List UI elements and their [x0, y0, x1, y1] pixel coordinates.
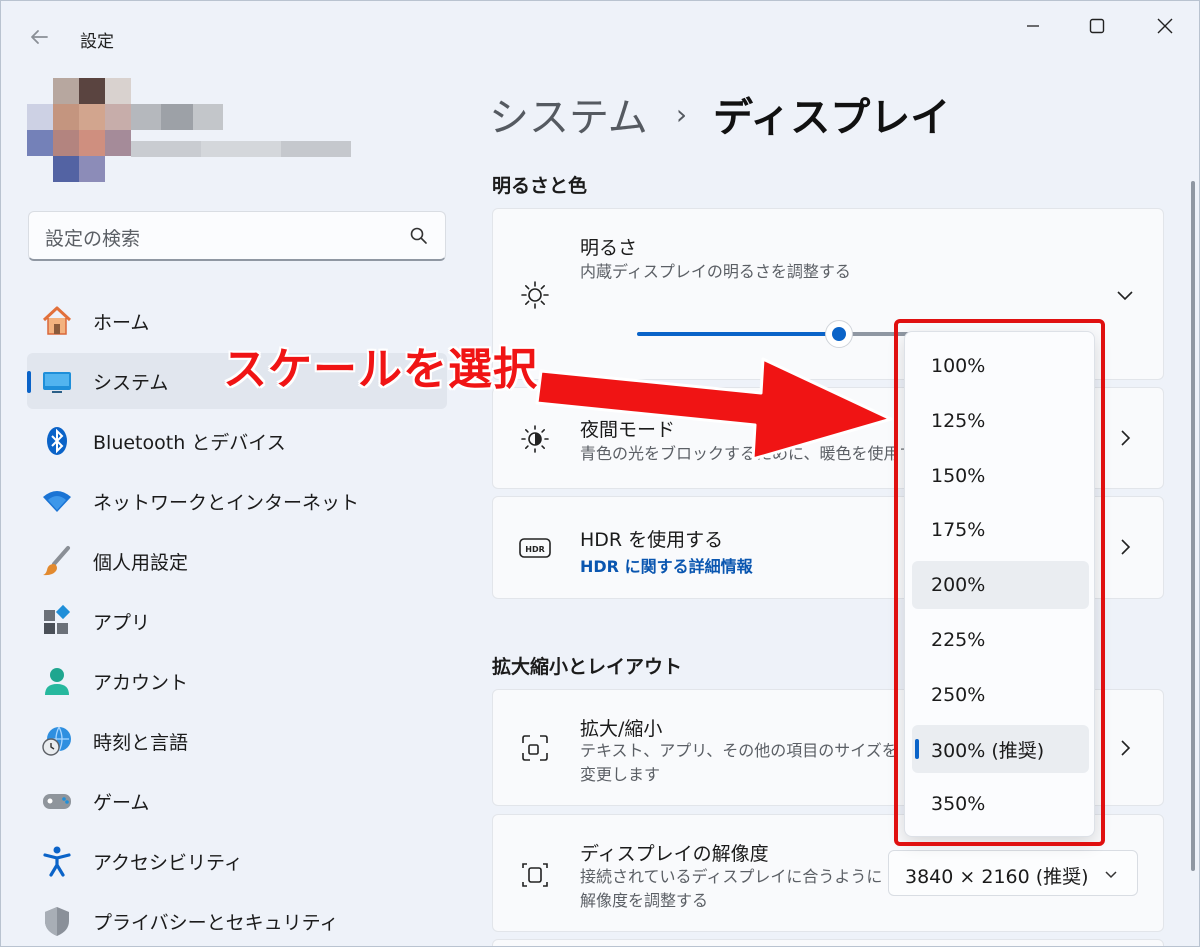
apps-icon: [39, 603, 75, 639]
resolution-subtitle-2: 解像度を調整する: [580, 891, 709, 910]
section-title-scale-layout: 拡大縮小とレイアウト: [492, 656, 683, 678]
resolution-title: ディスプレイの解像度: [580, 843, 769, 865]
scrollbar[interactable]: [1191, 181, 1195, 871]
scale-title: 拡大/縮小: [580, 718, 663, 740]
back-arrow-icon[interactable]: [25, 23, 53, 51]
brush-icon: [39, 543, 75, 579]
section-title-brightness-color: 明るさと色: [492, 175, 588, 197]
sidebar-item-privacy[interactable]: プライバシーとセキュリティ: [27, 893, 447, 946]
sidebar-item-accessibility[interactable]: アクセシビリティ: [27, 833, 447, 889]
home-icon: [39, 303, 75, 339]
minimize-icon: [1027, 25, 1039, 27]
chevron-down-icon[interactable]: [1115, 285, 1135, 305]
resolution-icon: [517, 857, 553, 893]
gamepad-icon: [39, 783, 75, 819]
breadcrumb-parent[interactable]: システム: [489, 85, 648, 143]
sidebar-item-label: アプリ: [93, 611, 151, 634]
sidebar-item-label: アカウント: [93, 671, 189, 694]
sidebar-item-label: 時刻と言語: [93, 731, 189, 754]
sidebar-item-bluetooth[interactable]: Bluetooth とデバイス: [27, 413, 447, 469]
sidebar-item-label: プライバシーとセキュリティ: [93, 911, 339, 934]
svg-text:HDR: HDR: [525, 545, 545, 554]
scale-icon: [517, 730, 553, 766]
chevron-right-icon[interactable]: [1115, 428, 1135, 448]
annotation-arrow-icon: [535, 357, 893, 461]
resolution-subtitle-1: 接続されているディスプレイに合うように: [580, 867, 883, 886]
search-input[interactable]: 設定の検索: [45, 224, 140, 251]
sidebar-item-label: ホーム: [93, 311, 150, 334]
scale-subtitle-1: テキスト、アプリ、その他の項目のサイズを: [580, 741, 898, 760]
scale-subtitle-2: 変更します: [580, 765, 661, 784]
bluetooth-icon: [39, 423, 75, 459]
sidebar-item-label: 個人用設定: [93, 551, 189, 574]
hdr-title: HDR を使用する: [580, 529, 724, 551]
brightness-slider-fill[interactable]: [637, 332, 839, 336]
maximize-icon: [1089, 18, 1105, 34]
close-icon: [1157, 18, 1173, 34]
settings-window: 設定 設定の検索 ホーム システム Bluetooth とデバイス ネットワーク…: [0, 0, 1200, 947]
sidebar-item-personalization[interactable]: 個人用設定: [27, 533, 447, 589]
sidebar-item-accounts[interactable]: アカウント: [27, 653, 447, 709]
chevron-right-icon[interactable]: [1115, 738, 1135, 758]
chevron-right-icon[interactable]: [1115, 537, 1135, 557]
brightness-title: 明るさ: [580, 237, 638, 259]
system-icon: [39, 363, 75, 399]
breadcrumb: システム › ディスプレイ: [489, 85, 950, 143]
minimize-button[interactable]: [1011, 11, 1055, 41]
next-card: [492, 939, 1164, 946]
hdr-learn-more-link[interactable]: HDR に関する詳細情報: [580, 553, 753, 577]
annotation-label: スケールを選択: [223, 344, 538, 395]
close-button[interactable]: [1143, 11, 1187, 41]
accessibility-icon: [39, 843, 75, 879]
sidebar-item-label: ネットワークとインターネット: [93, 491, 360, 514]
sidebar-item-label: システム: [93, 371, 169, 394]
active-indicator: [27, 371, 31, 393]
profile-email-redacted: [131, 141, 351, 157]
avatar[interactable]: [27, 78, 131, 182]
hdr-icon: HDR: [517, 530, 553, 566]
search-box[interactable]: 設定の検索: [28, 211, 446, 261]
sidebar-item-label: Bluetooth とデバイス: [93, 431, 286, 454]
brightness-subtitle: 内蔵ディスプレイの明るさを調整する: [580, 262, 851, 281]
shield-icon: [39, 903, 75, 939]
page-title: ディスプレイ: [713, 95, 951, 141]
search-icon[interactable]: [409, 226, 429, 246]
profile-name-redacted: [131, 104, 223, 130]
wifi-icon: [39, 483, 75, 519]
chevron-down-icon: [1105, 871, 1117, 879]
highlight-box: [894, 319, 1105, 846]
sidebar-item-network[interactable]: ネットワークとインターネット: [27, 473, 447, 529]
sidebar-item-time-language[interactable]: 時刻と言語: [27, 713, 447, 769]
title-bar: 設定: [1, 1, 1199, 75]
sidebar-item-gaming[interactable]: ゲーム: [27, 773, 447, 829]
account-icon: [39, 663, 75, 699]
resolution-select[interactable]: 3840 × 2160 (推奨): [888, 850, 1138, 896]
brightness-icon: [517, 277, 553, 313]
sidebar-item-label: アクセシビリティ: [93, 851, 243, 874]
sidebar-item-apps[interactable]: アプリ: [27, 593, 447, 649]
app-title: 設定: [80, 32, 114, 52]
maximize-button[interactable]: [1075, 11, 1119, 41]
globe-clock-icon: [39, 723, 75, 759]
sidebar-item-label: ゲーム: [93, 791, 150, 814]
resolution-value: 3840 × 2160 (推奨): [905, 866, 1089, 888]
breadcrumb-separator: ›: [675, 97, 688, 131]
